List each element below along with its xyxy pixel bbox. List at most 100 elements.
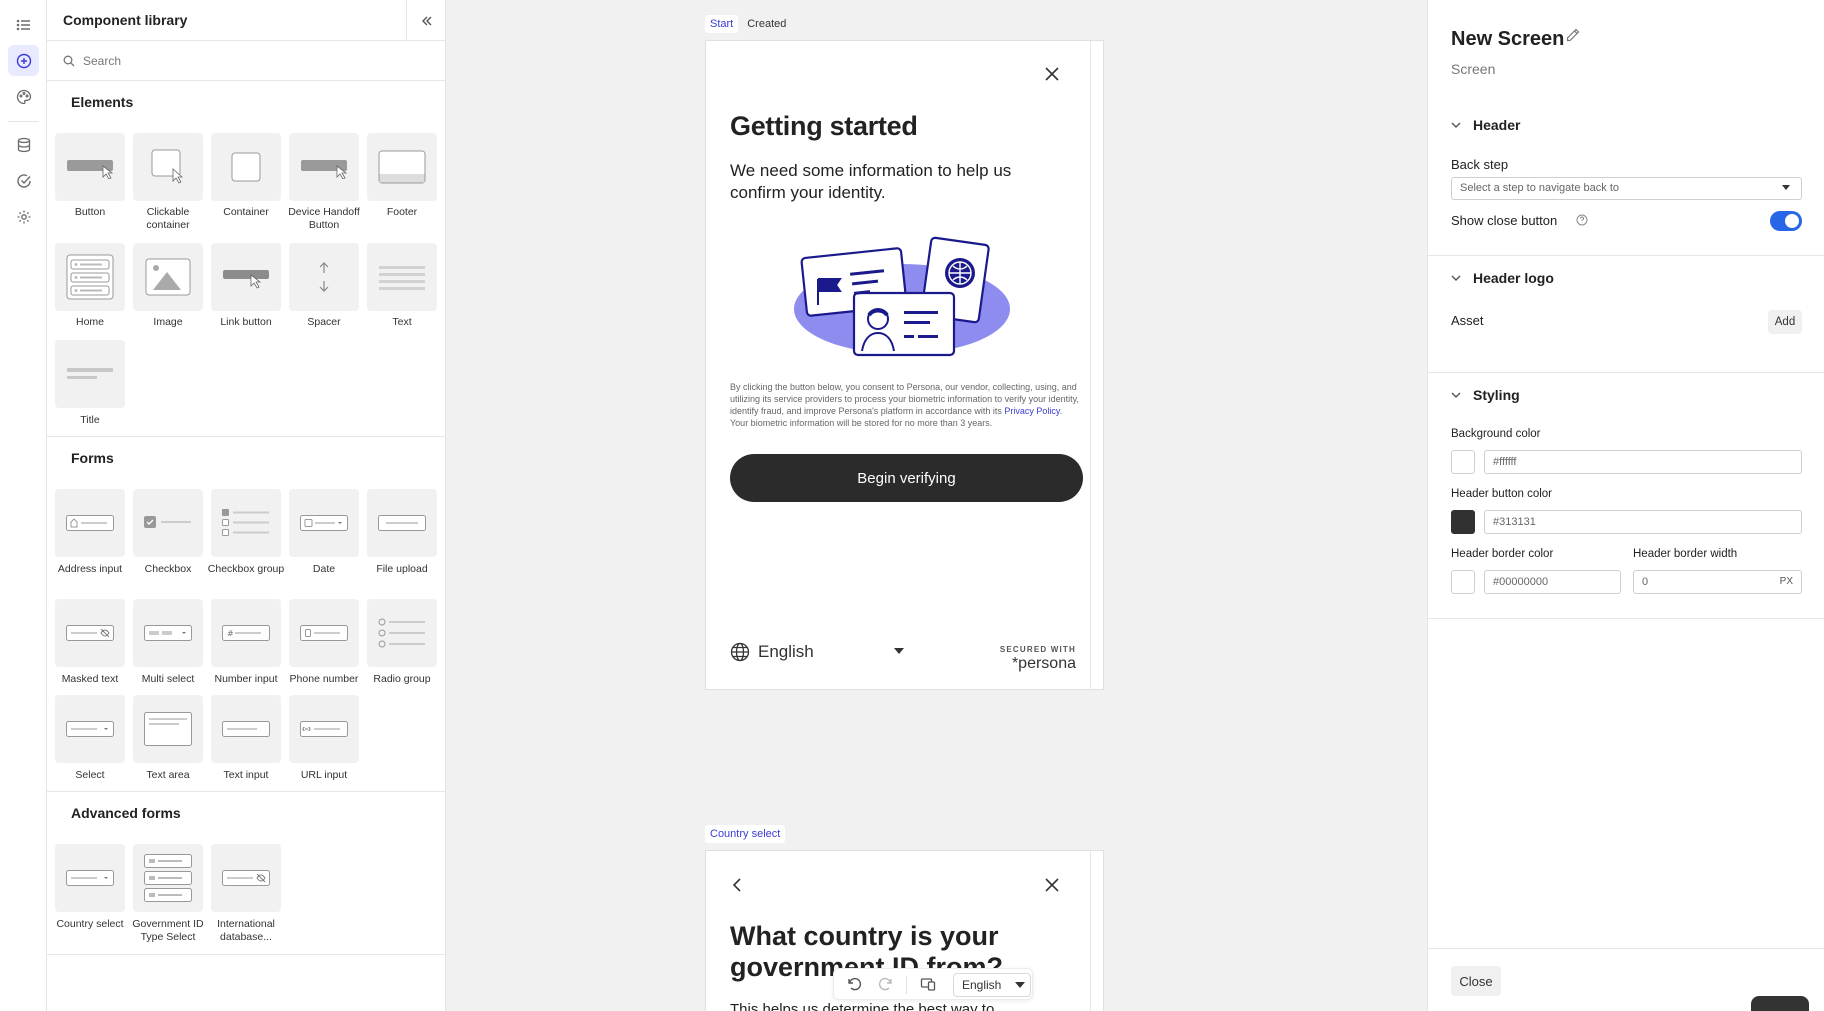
component-tile-government-id-type-select[interactable]	[133, 844, 203, 912]
secured-with-persona: SECURED WITH *persona	[996, 645, 1076, 673]
header-button-color-swatch[interactable]	[1451, 510, 1475, 534]
palette-icon[interactable]	[8, 81, 39, 112]
section-divider	[47, 954, 445, 955]
search-input[interactable]	[83, 51, 423, 71]
component-tile-masked-text[interactable]	[55, 599, 125, 667]
component-tile-text-input[interactable]	[211, 695, 281, 763]
component-tile-footer[interactable]	[367, 133, 437, 201]
component-tile-link-button[interactable]	[211, 243, 281, 311]
gear-icon[interactable]	[8, 201, 39, 232]
add-asset-button[interactable]: Add	[1768, 310, 1802, 334]
component-label: Device Handoff Button	[288, 206, 360, 231]
list-icon[interactable]	[8, 9, 39, 40]
add-component-icon[interactable]	[8, 45, 39, 76]
section-title: Header	[1473, 117, 1521, 133]
help-icon[interactable]	[1576, 214, 1588, 226]
background-color-swatch[interactable]	[1451, 450, 1475, 474]
component-tile-image[interactable]	[133, 243, 203, 311]
component-tile-container[interactable]	[211, 133, 281, 201]
header-border-color-swatch[interactable]	[1451, 570, 1475, 594]
close-icon[interactable]	[1044, 877, 1060, 893]
secured-with-label: SECURED WITH	[999, 645, 1076, 654]
nav-rail	[0, 0, 47, 1011]
component-label: Masked text	[61, 673, 119, 685]
component-tile-phone-number[interactable]	[289, 599, 359, 667]
header-border-width-input[interactable]: 0 PX	[1633, 570, 1802, 594]
show-close-button-toggle[interactable]	[1770, 211, 1802, 231]
privacy-policy-link[interactable]: Privacy Policy	[1004, 406, 1059, 416]
component-tile-button[interactable]	[55, 133, 125, 201]
close-button[interactable]: Close	[1451, 966, 1501, 996]
section-title-advanced-forms: Advanced forms	[71, 805, 181, 821]
component-tile-country-select[interactable]	[55, 844, 125, 912]
redo-icon[interactable]	[878, 976, 894, 992]
component-library-panel: Component library Elements Button Clicka…	[47, 0, 446, 1011]
toolbar-language-select[interactable]: English	[953, 973, 1031, 997]
asset-label: Asset	[1451, 313, 1484, 328]
component-tile-text-area[interactable]	[133, 695, 203, 763]
component-label: Title	[80, 414, 100, 426]
component-tile-title[interactable]	[55, 340, 125, 408]
screen-subtitle[interactable]: We need some information to help us conf…	[730, 160, 1050, 204]
undo-icon[interactable]	[846, 976, 862, 992]
back-step-label: Back step	[1451, 157, 1509, 172]
identity-documents-illustration	[794, 236, 1010, 357]
section-title: Header logo	[1473, 270, 1554, 286]
close-icon[interactable]	[1044, 66, 1060, 82]
tab-start[interactable]: Start	[705, 15, 739, 33]
component-tile-select[interactable]	[55, 695, 125, 763]
background-color-input[interactable]: #ffffff	[1484, 450, 1802, 474]
section-header-styling-toggle[interactable]: Styling	[1451, 387, 1520, 403]
component-tile-checkbox-group[interactable]	[211, 489, 281, 557]
back-step-placeholder: Select a step to navigate back to	[1460, 182, 1619, 194]
component-label: Home	[75, 316, 104, 328]
check-circle-icon[interactable]	[8, 165, 39, 196]
component-tile-spacer[interactable]	[289, 243, 359, 311]
database-icon[interactable]	[8, 129, 39, 160]
screen-preview-start[interactable]: Getting started We need some information…	[705, 40, 1104, 690]
properties-panel: New Screen Screen Header Back step Selec…	[1427, 0, 1824, 1011]
section-header-toggle[interactable]: Header	[1451, 117, 1520, 133]
library-header: Component library	[47, 0, 445, 41]
component-label: Government ID Type Select	[132, 918, 204, 943]
screen-type-label: Screen	[1451, 61, 1496, 77]
screen-subtitle[interactable]: This helps us determine the best way to	[730, 1001, 1070, 1011]
component-label: Checkbox group	[207, 563, 285, 575]
component-tile-home[interactable]	[55, 243, 125, 311]
section-divider	[47, 436, 445, 437]
back-step-select[interactable]: Select a step to navigate back to	[1451, 177, 1802, 200]
component-tile-checkbox[interactable]	[133, 489, 203, 557]
collapse-panel-button[interactable]	[406, 0, 445, 41]
component-tile-multi-select[interactable]	[133, 599, 203, 667]
chevron-down-icon	[1451, 122, 1461, 128]
begin-verifying-button[interactable]: Begin verifying	[730, 454, 1083, 502]
component-tile-text[interactable]	[367, 243, 437, 311]
component-label: Text input	[223, 769, 269, 781]
component-label: Text area	[146, 769, 190, 781]
language-select[interactable]: English	[730, 642, 814, 662]
section-divider	[1428, 372, 1824, 373]
back-arrow-icon[interactable]	[730, 877, 744, 893]
pencil-icon[interactable]	[1565, 27, 1581, 43]
component-tile-radio-group[interactable]	[367, 599, 437, 667]
component-tile-international-database[interactable]	[211, 844, 281, 912]
section-header-logo-toggle[interactable]: Header logo	[1451, 270, 1554, 286]
component-tile-file-upload[interactable]	[367, 489, 437, 557]
component-tile-date[interactable]	[289, 489, 359, 557]
tab-created[interactable]: Created	[742, 15, 791, 33]
header-border-color-input[interactable]: #00000000	[1484, 570, 1621, 594]
caret-down-icon	[1015, 982, 1026, 988]
component-tile-number-input[interactable]: #	[211, 599, 281, 667]
floating-help-button[interactable]	[1751, 996, 1809, 1011]
caret-down-icon[interactable]	[893, 647, 905, 655]
screen1-tabs: Start Created	[705, 15, 791, 33]
device-preview-icon[interactable]	[920, 976, 936, 992]
tab-country-select[interactable]: Country select	[705, 825, 786, 843]
header-button-color-input[interactable]: #313131	[1484, 510, 1802, 534]
screen-name[interactable]: New Screen	[1451, 28, 1564, 51]
component-tile-address-input[interactable]	[55, 489, 125, 557]
screen-title[interactable]: Getting started	[730, 111, 918, 142]
component-tile-clickable-container[interactable]	[133, 133, 203, 201]
component-tile-device-handoff-button[interactable]	[289, 133, 359, 201]
component-tile-url-input[interactable]	[289, 695, 359, 763]
